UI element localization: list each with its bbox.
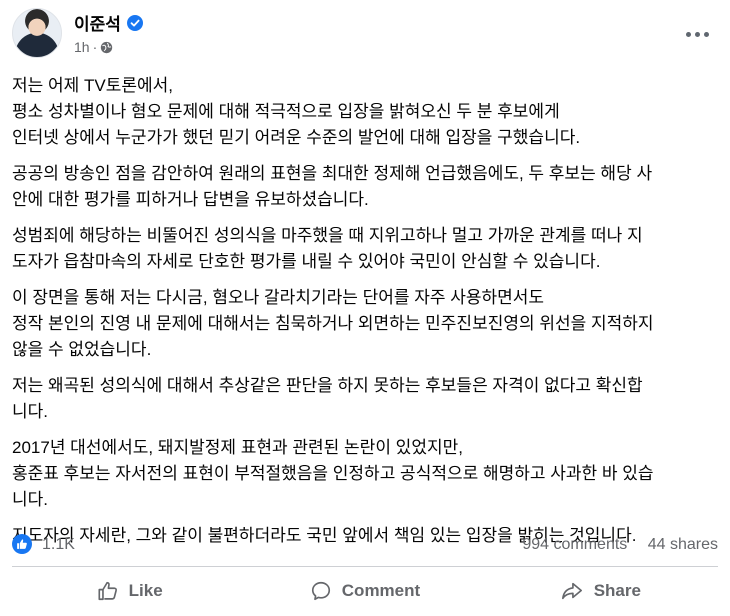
- share-icon: [561, 582, 582, 600]
- share-button[interactable]: Share: [483, 570, 718, 612]
- engagement-stats: 1.1K 994 comments 44 shares: [12, 534, 718, 558]
- comment-icon: [311, 581, 330, 601]
- text-line: 성범죄에 해당하는 비뚤어진 성의식을 마주했을 때 지위고하나 멀고 가까운 …: [12, 226, 643, 245]
- like-button[interactable]: Like: [12, 570, 247, 612]
- post-paragraph-3: 성범죄에 해당하는 비뚤어진 성의식을 마주했을 때 지위고하나 멀고 가까운 …: [12, 223, 718, 275]
- more-dot-icon: [685, 31, 691, 37]
- text-line: 저는 어제 TV토론에서,: [12, 76, 174, 95]
- text-line: 평소 성차별이나 혐오 문제에 대해 적극적으로 입장을 밝혀오신 두 분 후보…: [12, 102, 560, 121]
- post-paragraph-2: 공공의 방송인 점을 감안하여 원래의 표현을 최대한 정제해 언급했음에도, …: [12, 161, 718, 213]
- share-count[interactable]: 44 shares: [648, 536, 718, 553]
- like-reaction-icon[interactable]: [12, 534, 32, 554]
- text-line: 공공의 방송인 점을 감안하여 원래의 표현을 최대한 정제해 언급했음에도, …: [12, 164, 653, 183]
- post-body: 저는 어제 TV토론에서, 평소 성차별이나 혐오 문제에 대해 적극적으로 입…: [12, 73, 718, 559]
- post-header: 이준석 1h ·: [12, 8, 718, 62]
- comment-label: Comment: [341, 581, 421, 600]
- author-avatar[interactable]: [12, 8, 62, 58]
- text-line: 2017년 대선에서도, 돼지발정제 표현과 관련된 논란이 있었지만,: [12, 438, 463, 457]
- like-count[interactable]: 1.1K: [42, 536, 75, 554]
- post-card: 이준석 1h · 저는 어제 TV토론에서, 평소 성차별이나 혐오 문제에 대…: [0, 0, 730, 616]
- more-options-button[interactable]: [682, 22, 712, 46]
- post-paragraph-4: 이 장면을 통해 저는 다시금, 혐오나 갈라치기라는 단어를 자주 사용하면서…: [12, 285, 718, 363]
- text-line: 니다.: [12, 402, 49, 421]
- author-name[interactable]: 이준석: [74, 10, 121, 35]
- text-line: 이 장면을 통해 저는 다시금, 혐오나 갈라치기라는 단어를 자주 사용하면서…: [12, 288, 545, 307]
- text-line: 인터넷 상에서 누군가가 했던 믿기 어려운 수준의 발언에 대해 입장을 구했…: [12, 128, 581, 147]
- post-paragraph-6: 2017년 대선에서도, 돼지발정제 표현과 관련된 논란이 있었지만, 홍준표…: [12, 435, 718, 513]
- more-dot-icon: [694, 31, 700, 37]
- text-line: 저는 왜곡된 성의식에 대해서 추상같은 판단을 하지 못하는 후보들은 자격이…: [12, 376, 643, 395]
- thumbs-up-icon: [98, 581, 117, 601]
- meta-separator: ·: [92, 39, 98, 55]
- action-bar: Like Comment Share: [12, 570, 718, 612]
- verified-badge-icon: [126, 14, 143, 31]
- comment-button[interactable]: Comment: [247, 570, 482, 612]
- thumbs-up-icon: [17, 539, 27, 549]
- post-meta: 1h ·: [74, 39, 113, 55]
- comment-count[interactable]: 994 comments: [522, 536, 627, 553]
- like-label: Like: [128, 581, 163, 600]
- actions-divider: [12, 566, 718, 567]
- text-line: 안에 대한 평가를 피하거나 답변을 유보하셨습니다.: [12, 190, 369, 209]
- text-line: 니다.: [12, 490, 49, 509]
- author-name-row: 이준석: [74, 10, 143, 35]
- text-line: 도자가 읍참마속의 자세로 단호한 평가를 내릴 수 있어야 국민이 안심할 수…: [12, 252, 601, 271]
- comment-share-counts: 994 comments 44 shares: [522, 536, 718, 554]
- text-line: 않을 수 없었습니다.: [12, 340, 152, 359]
- post-paragraph-5: 저는 왜곡된 성의식에 대해서 추상같은 판단을 하지 못하는 후보들은 자격이…: [12, 373, 718, 425]
- share-label: Share: [593, 581, 641, 600]
- post-paragraph-1: 저는 어제 TV토론에서, 평소 성차별이나 혐오 문제에 대해 적극적으로 입…: [12, 73, 718, 151]
- post-time[interactable]: 1h: [74, 39, 90, 55]
- globe-icon[interactable]: [100, 41, 113, 54]
- text-line: 홍준표 후보는 자서전의 표현이 부적절했음을 인정하고 공식적으로 해명하고 …: [12, 464, 654, 483]
- more-dot-icon: [703, 31, 709, 37]
- text-line: 정작 본인의 진영 내 문제에 대해서는 침묵하거나 외면하는 민주진보진영의 …: [12, 314, 654, 333]
